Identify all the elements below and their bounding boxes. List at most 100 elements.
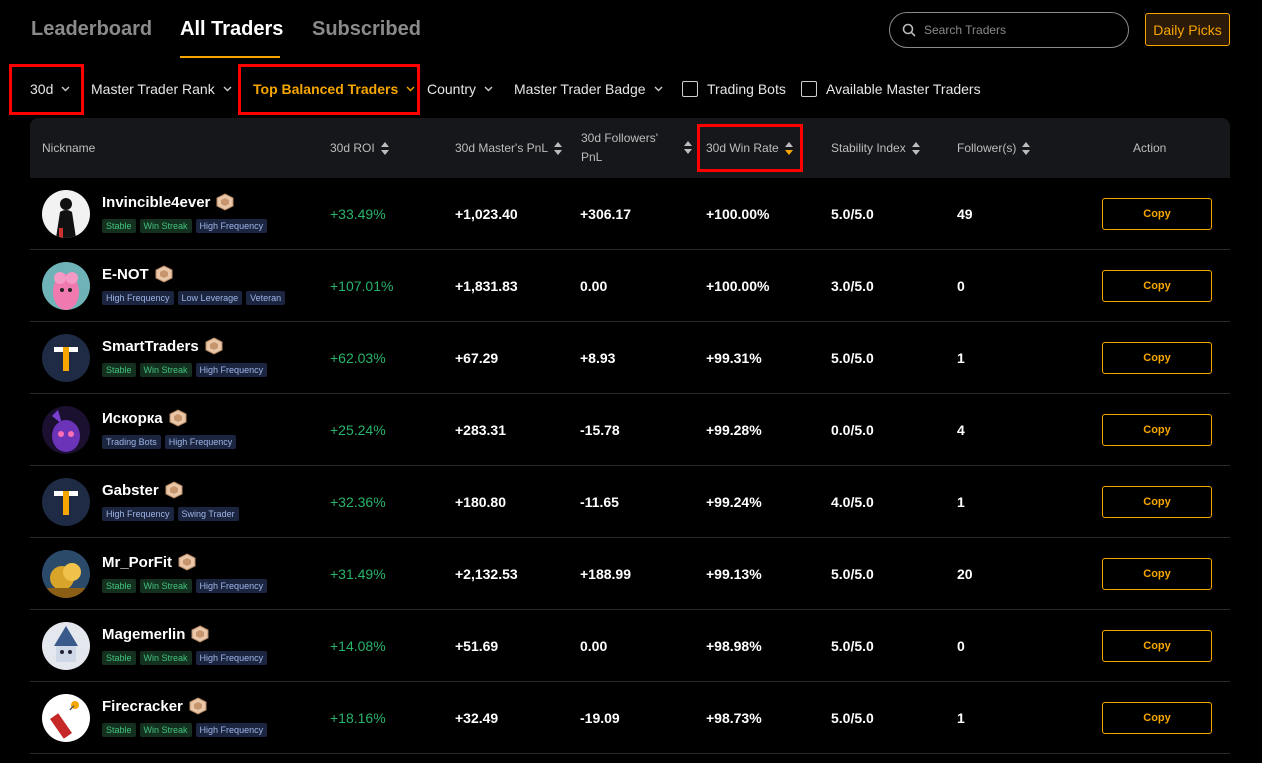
trader-name[interactable]: Gabster <box>102 481 184 499</box>
tab-subscribed[interactable]: Subscribed <box>312 18 421 41</box>
trader-tag: High Frequency <box>195 579 268 593</box>
trader-name[interactable]: Invincible4ever <box>102 193 235 211</box>
col-stability[interactable]: Stability Index <box>831 118 920 178</box>
table-row[interactable]: Искорка Trading Bots High Frequency +25.2… <box>30 394 1230 466</box>
checkbox-box[interactable] <box>682 81 698 97</box>
master-badge-icon <box>189 697 207 715</box>
trader-name[interactable]: Искорка <box>102 409 188 427</box>
chevron-down-icon <box>484 86 493 92</box>
followers-pnl-value: 0.00 <box>580 638 608 654</box>
table-row[interactable]: Firecracker Stable Win Streak High Frequen… <box>30 682 1230 754</box>
top-nav: Leaderboard All Traders Subscribed Daily… <box>0 0 1262 60</box>
trader-name[interactable]: Magemerlin <box>102 625 210 643</box>
col-followers-pnl[interactable]: 30d Followers' PnL <box>581 118 692 178</box>
avatar[interactable] <box>42 334 90 382</box>
avatar[interactable] <box>42 622 90 670</box>
table-row[interactable]: Mr_PorFit Stable Win Streak High Frequency… <box>30 538 1230 610</box>
master-trader-badge-dropdown[interactable]: Master Trader Badge <box>514 81 663 97</box>
trading-bots-label: Trading Bots <box>707 81 786 97</box>
trader-tag: Win Streak <box>139 651 192 665</box>
copy-button[interactable]: Copy <box>1102 198 1212 230</box>
trader-tags: Trading Bots High Frequency <box>102 435 237 449</box>
available-master-traders-checkbox[interactable]: Available Master Traders <box>801 81 981 97</box>
trader-name[interactable]: Mr_PorFit <box>102 553 197 571</box>
sort-desc-icon[interactable] <box>784 141 793 155</box>
master-pnl-value: +2,132.53 <box>455 566 518 582</box>
col-nickname: Nickname <box>42 141 96 155</box>
col-roi[interactable]: 30d ROI <box>330 118 389 178</box>
table-row[interactable]: Magemerlin Stable Win Streak High Frequenc… <box>30 610 1230 682</box>
avatar[interactable] <box>42 550 90 598</box>
copy-button[interactable]: Copy <box>1102 486 1212 518</box>
country-dropdown[interactable]: Country <box>427 81 493 97</box>
followers-value: 0 <box>957 638 965 654</box>
sort-icon[interactable] <box>554 141 563 155</box>
copy-button[interactable]: Copy <box>1102 558 1212 590</box>
tab-leaderboard[interactable]: Leaderboard <box>31 18 152 41</box>
master-pnl-value: +283.31 <box>455 422 506 438</box>
trader-name[interactable]: E-NOT <box>102 265 174 283</box>
table-row[interactable]: E-NOT High Frequency Low Leverage Veteran … <box>30 250 1230 322</box>
win-rate-value: +100.00% <box>706 278 770 294</box>
table-row[interactable]: SmartTraders Stable Win Streak High Freque… <box>30 322 1230 394</box>
checkbox-box[interactable] <box>801 81 817 97</box>
copy-button[interactable]: Copy <box>1102 630 1212 662</box>
trader-tags: Stable Win Streak High Frequency <box>102 651 268 665</box>
followers-value: 0 <box>957 278 965 294</box>
sort-icon[interactable] <box>1022 141 1031 155</box>
sort-icon[interactable] <box>380 141 389 155</box>
table-row[interactable]: Gabster High Frequency Swing Trader +32.3… <box>30 466 1230 538</box>
avatar[interactable] <box>42 694 90 742</box>
avatar[interactable] <box>42 478 90 526</box>
sort-icon[interactable] <box>684 141 692 154</box>
followers-value: 1 <box>957 350 965 366</box>
copy-button[interactable]: Copy <box>1102 342 1212 374</box>
trader-name[interactable]: Firecracker <box>102 697 208 715</box>
period-dropdown[interactable]: 30d <box>30 81 70 97</box>
followers-pnl-value: -11.65 <box>580 494 619 510</box>
trader-tags: High Frequency Swing Trader <box>102 507 239 521</box>
table-header: Nickname 30d ROI 30d Master's PnL 30d Fo… <box>30 118 1230 178</box>
followers-value: 1 <box>957 494 965 510</box>
stability-value: 5.0/5.0 <box>831 710 874 726</box>
search-input[interactable] <box>924 23 1114 37</box>
followers-pnl-value: +188.99 <box>580 566 631 582</box>
avatar[interactable] <box>42 406 90 454</box>
trader-name[interactable]: SmartTraders <box>102 337 224 355</box>
search-box[interactable] <box>889 12 1129 48</box>
col-action: Action <box>1133 141 1167 155</box>
avatar[interactable] <box>42 262 90 310</box>
followers-value: 1 <box>957 710 965 726</box>
copy-button[interactable]: Copy <box>1102 702 1212 734</box>
master-trader-rank-dropdown[interactable]: Master Trader Rank <box>91 81 232 97</box>
avatar[interactable] <box>42 190 90 238</box>
trader-tag: Veteran <box>246 291 286 305</box>
master-pnl-value: +32.49 <box>455 710 499 726</box>
master-badge-icon <box>216 193 234 211</box>
col-followers[interactable]: Follower(s) <box>957 118 1031 178</box>
table-row[interactable]: Invincible4ever Stable Win Streak High Fre… <box>30 178 1230 250</box>
trader-tag: High Frequency <box>102 291 174 305</box>
chevron-down-icon <box>654 86 663 92</box>
followers-value: 49 <box>957 206 973 222</box>
trader-tag: Win Streak <box>139 363 192 377</box>
col-master-pnl[interactable]: 30d Master's PnL <box>455 118 563 178</box>
tab-all-traders[interactable]: All Traders <box>180 18 283 41</box>
stability-value: 5.0/5.0 <box>831 350 874 366</box>
active-tab-indicator <box>180 56 280 58</box>
win-rate-value: +98.73% <box>706 710 762 726</box>
top-balanced-traders-dropdown[interactable]: Top Balanced Traders <box>253 81 415 97</box>
trading-bots-checkbox[interactable]: Trading Bots <box>682 81 786 97</box>
master-badge-icon <box>165 481 183 499</box>
col-win-rate[interactable]: 30d Win Rate <box>706 118 793 178</box>
trader-tag: Trading Bots <box>102 435 161 449</box>
copy-button[interactable]: Copy <box>1102 414 1212 446</box>
copy-button[interactable]: Copy <box>1102 270 1212 302</box>
trader-tag: High Frequency <box>195 723 268 737</box>
win-rate-value: +99.28% <box>706 422 762 438</box>
trader-tag: Stable <box>102 363 136 377</box>
sort-icon[interactable] <box>911 141 920 155</box>
trader-tag: High Frequency <box>195 651 268 665</box>
daily-picks-button[interactable]: Daily Picks <box>1145 13 1230 46</box>
master-pnl-value: +51.69 <box>455 638 499 654</box>
